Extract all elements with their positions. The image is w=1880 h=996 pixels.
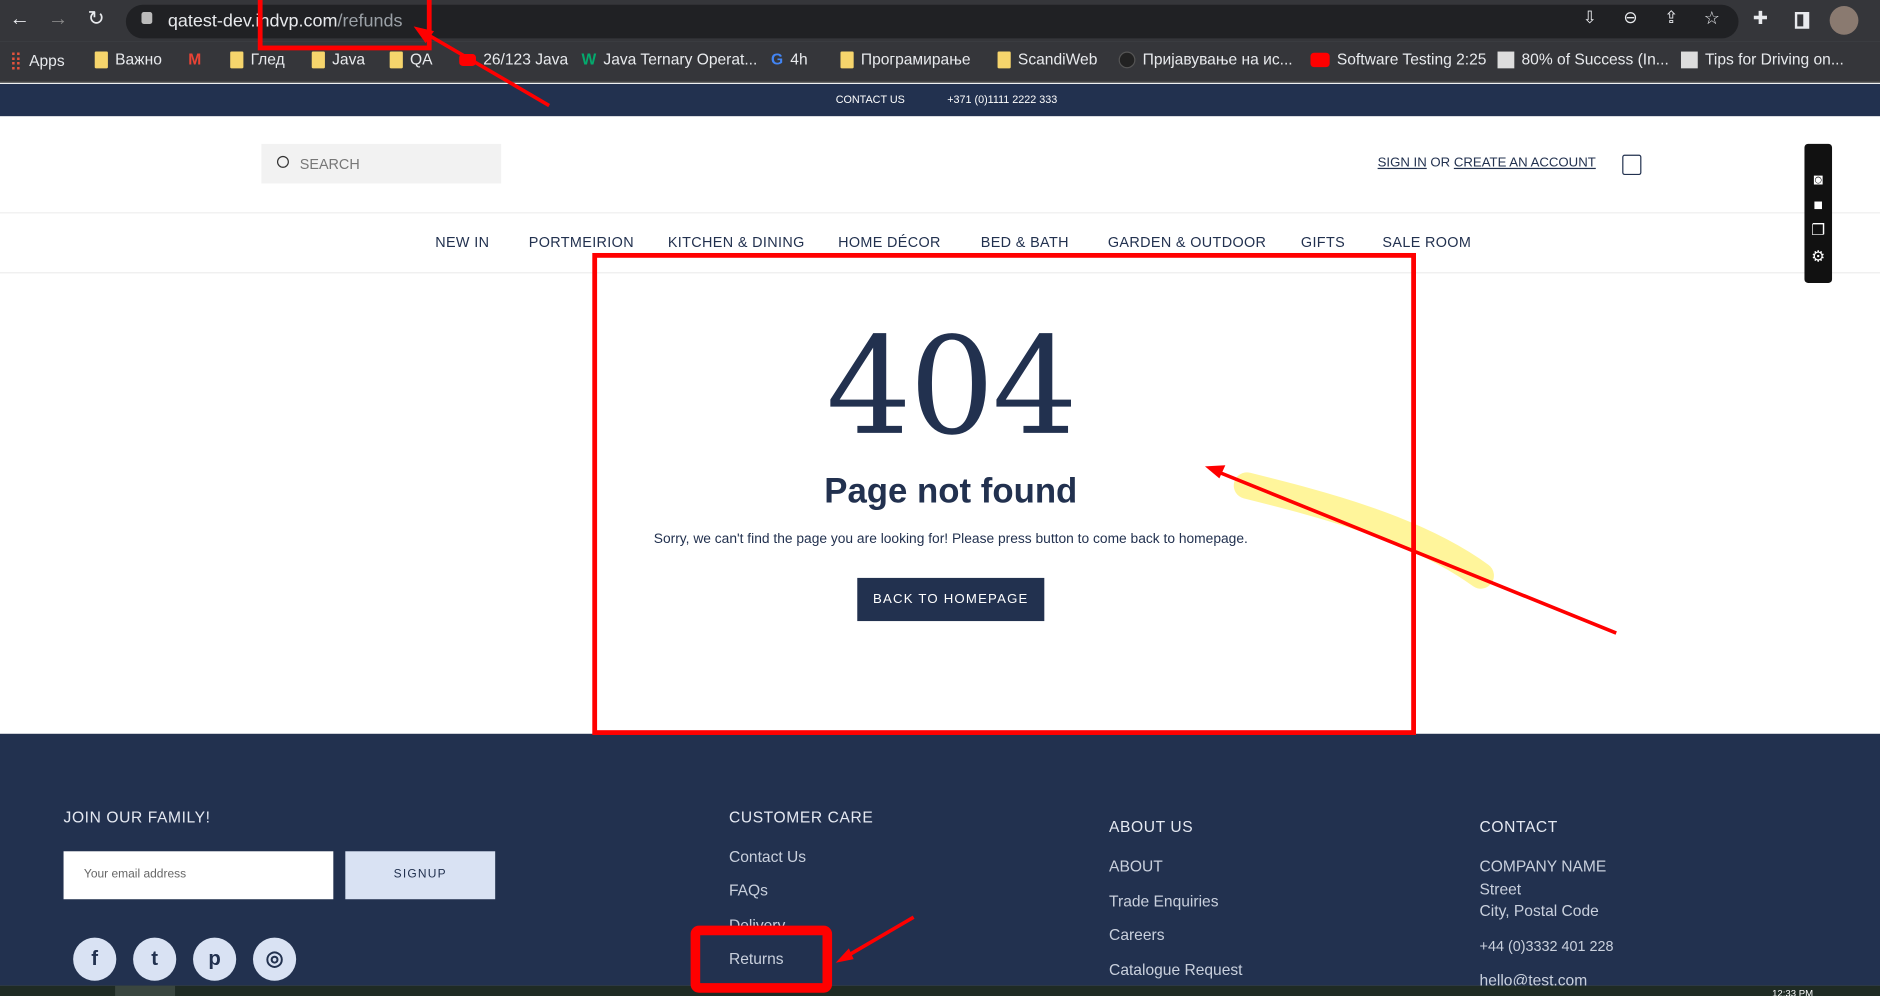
annotation-arrow: [840, 915, 915, 961]
annotation-layer: [257, 0, 1617, 993]
arrow-head-icon: [1204, 465, 1226, 479]
annotation-box-returns: [690, 925, 833, 993]
annotation-box-url: [257, 0, 432, 51]
annotation-arrow: [418, 28, 551, 108]
arrow-head-icon: [835, 948, 854, 963]
